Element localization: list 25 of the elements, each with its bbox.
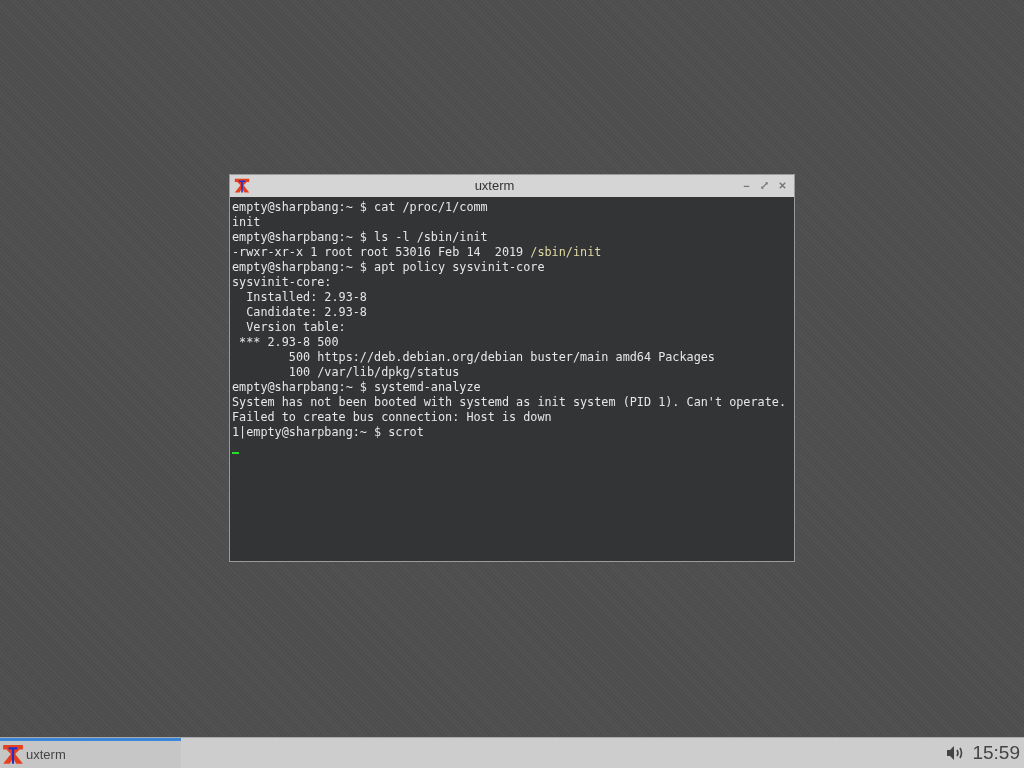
terminal-line: Failed to create bus connection: Host is down — [232, 409, 552, 424]
terminal-line: empty@sharpbang:~ $ ls -l /sbin/init — [232, 229, 488, 244]
terminal-line: 100 /var/lib/dpkg/status — [287, 364, 460, 379]
terminal-line: 1|empty@sharpbang:~ $ scrot — [232, 424, 424, 439]
maximize-icon[interactable] — [760, 181, 769, 190]
close-icon[interactable] — [778, 181, 787, 190]
taskbar-button[interactable]: uxterm — [0, 738, 181, 768]
terminal-line: Candidate: 2.93-8 — [245, 304, 367, 319]
terminal-line: init — [232, 214, 261, 229]
terminal-line: Installed: 2.93-8 — [245, 289, 367, 304]
terminal-x-icon — [2, 743, 24, 766]
terminal-line: empty@sharpbang:~ $ systemd-analyze — [232, 379, 481, 394]
file-path: /sbin/init — [530, 244, 602, 259]
terminal-line: empty@sharpbang:~ $ apt policy sysvinit-core — [232, 259, 545, 274]
window-title: uxterm — [473, 178, 516, 193]
terminal-line: empty@sharpbang:~ $ cat /proc/1/comm — [232, 199, 488, 214]
terminal-line: System has not been booted with systemd as init system (PID 1). Can't operate. — [232, 394, 786, 409]
clock[interactable]: 15:59 — [972, 742, 1020, 764]
terminal-line: sysvinit-core: — [232, 274, 332, 289]
terminal-line: 500 https://deb.debian.org/debian buster/main amd64 Packages — [287, 349, 715, 364]
terminal-line: Version table: — [245, 319, 346, 334]
terminal-x-icon — [234, 177, 250, 194]
terminal-line: *** 2.93-8 500 — [238, 334, 339, 349]
text-cursor — [232, 451, 239, 454]
terminal-text: -rwxr-xr-x 1 root root 53016 Feb 14 2019 — [232, 244, 525, 259]
